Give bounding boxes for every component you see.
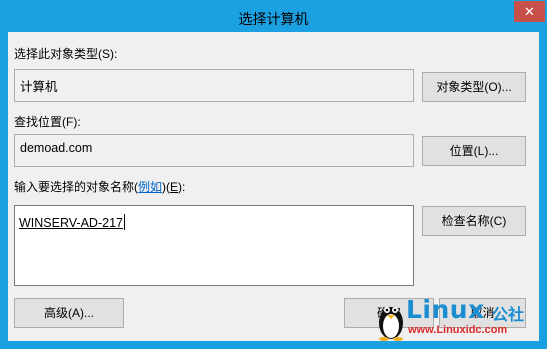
object-names-label-end: ): — [178, 180, 186, 194]
watermark-url: www.Linuxidc.com — [408, 324, 508, 336]
object-names-text: WINSERV-AD-217 — [19, 216, 123, 230]
object-names-accel: E — [170, 180, 179, 194]
object-type-label: 选择此对象类型(S): — [14, 47, 118, 61]
object-type-field: 计算机 — [14, 69, 414, 102]
dialog-title: 选择计算机 — [238, 11, 309, 27]
object-types-button[interactable]: 对象类型(O)... — [422, 72, 526, 102]
watermark-logo-suffix: 公社 — [492, 307, 525, 324]
locations-button[interactable]: 位置(L)... — [422, 136, 526, 166]
object-names-label-mid: )( — [162, 180, 171, 194]
advanced-button[interactable]: 高级(A)... — [14, 298, 124, 328]
object-names-label: 输入要选择的对象名称(例如)(E): — [14, 178, 185, 195]
examples-link[interactable]: 例如 — [138, 180, 162, 194]
linuxidc-watermark: Linux 公社 www.Linuxidc.com — [376, 293, 540, 347]
location-field: demoad.com — [14, 134, 414, 167]
close-button[interactable]: ✕ — [514, 1, 545, 22]
check-names-button[interactable]: 检查名称(C) — [422, 206, 526, 236]
object-names-input[interactable]: WINSERV-AD-217 — [14, 205, 414, 286]
text-caret — [123, 214, 125, 230]
penguin-icon — [379, 307, 403, 341]
watermark-logo-text: Linux — [406, 295, 485, 324]
location-label: 查找位置(F): — [14, 115, 81, 129]
object-names-label-prefix: 输入要选择的对象名称( — [14, 180, 138, 194]
object-names-value: WINSERV-AD-217 — [19, 214, 125, 230]
title-bar[interactable]: 选择计算机 ✕ — [1, 1, 546, 32]
close-icon: ✕ — [524, 4, 535, 19]
